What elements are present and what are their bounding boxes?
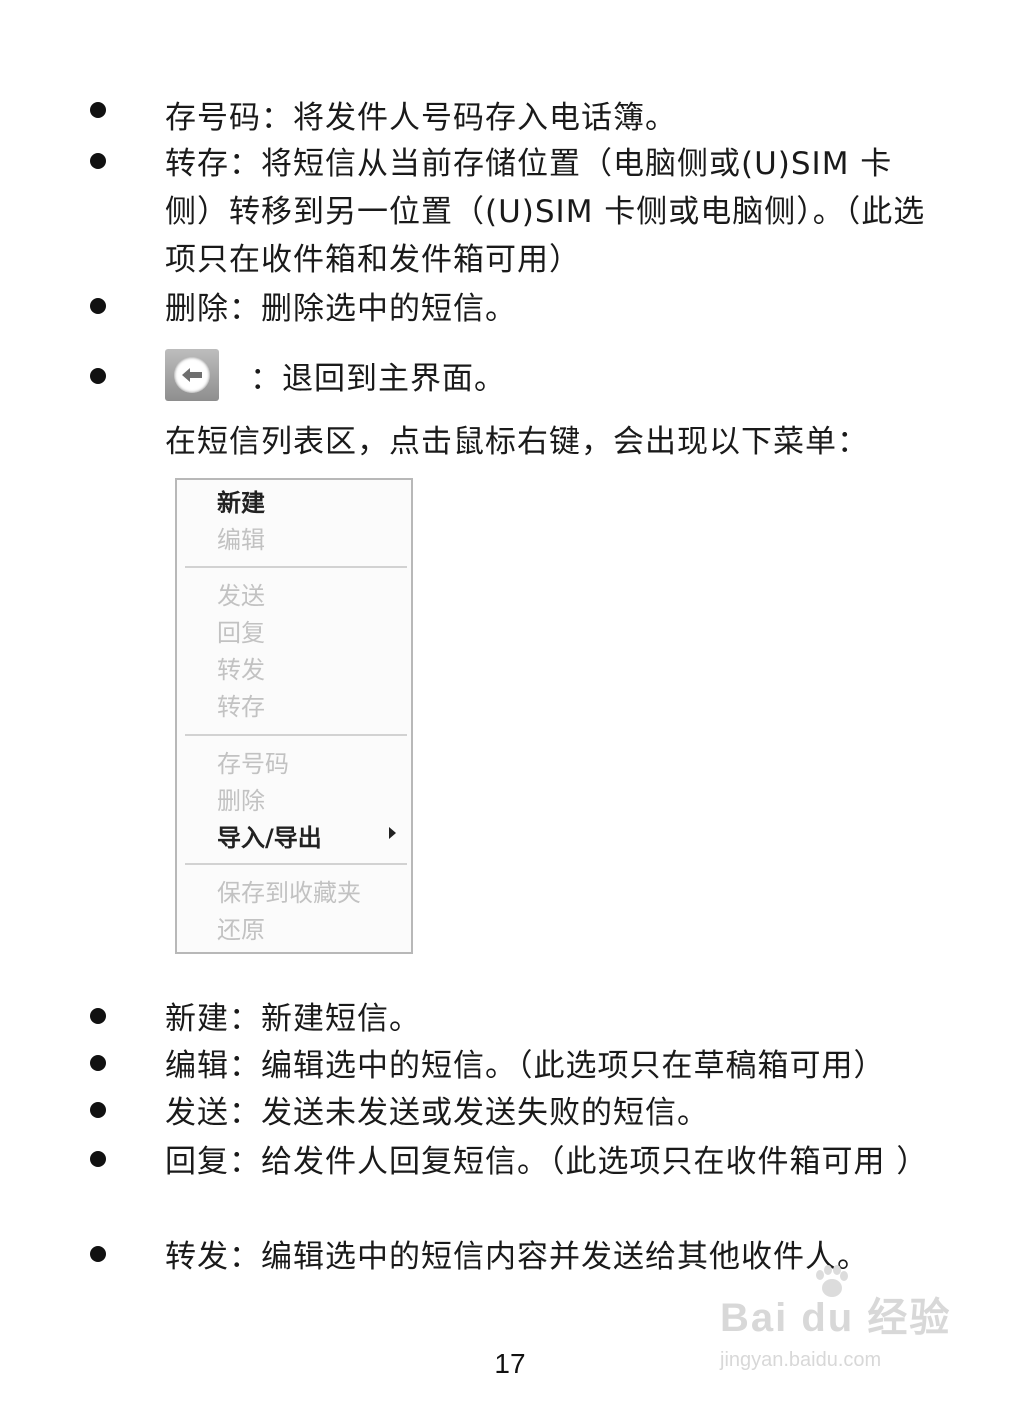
submenu-arrow-icon xyxy=(389,827,396,839)
menu-item-send[interactable]: 发送 xyxy=(217,581,265,611)
bullet xyxy=(90,368,106,384)
item-desc: 删除选中的短信。 xyxy=(261,291,517,327)
item-term: 编辑： xyxy=(165,1048,261,1084)
item-term: 存号码： xyxy=(165,100,293,136)
bullet xyxy=(90,1102,106,1118)
menu-separator xyxy=(185,734,407,736)
item-term: 新建： xyxy=(165,1001,261,1037)
back-button[interactable] xyxy=(165,349,219,401)
item-desc: 给发件人回复短信。（此选项只在收件箱可用 ） xyxy=(261,1144,929,1180)
menu-item-new[interactable]: 新建 xyxy=(217,488,265,518)
menu-item-import-export[interactable]: 导入/导出 xyxy=(217,823,322,853)
page-number: 17 xyxy=(494,1348,526,1379)
item-desc: 编辑选中的短信内容并发送给其他收件人。 xyxy=(261,1239,869,1275)
item-term: ： xyxy=(250,361,282,397)
item-term: 转存： xyxy=(165,146,261,182)
context-menu: 新建 编辑 发送 回复 转发 转存 存号码 删除 导入/导出 保存到收藏夹 还原 xyxy=(175,478,413,954)
item-term: 发送： xyxy=(165,1095,261,1131)
bullet xyxy=(90,1151,106,1167)
menu-item-save-number[interactable]: 存号码 xyxy=(217,749,289,779)
item-desc: 发送未发送或发送失败的短信。 xyxy=(261,1095,709,1131)
back-arrow-icon xyxy=(174,357,210,393)
menu-item-transfer[interactable]: 转存 xyxy=(217,692,265,722)
item-desc: 编辑选中的短信。（此选项只在草稿箱可用） xyxy=(261,1048,886,1084)
menu-item-forward[interactable]: 转发 xyxy=(217,655,265,685)
menu-item-delete[interactable]: 删除 xyxy=(217,786,265,816)
bullet xyxy=(90,153,106,169)
item-term: 转发： xyxy=(165,1239,261,1275)
bullet xyxy=(90,298,106,314)
menu-item-save-to-favorites[interactable]: 保存到收藏夹 xyxy=(217,878,361,908)
watermark-logo-text: Bai du 经验 xyxy=(720,1296,952,1340)
menu-item-edit[interactable]: 编辑 xyxy=(217,525,265,555)
menu-item-reply[interactable]: 回复 xyxy=(217,618,265,648)
item-desc: 退回到主界面。 xyxy=(282,361,506,397)
bullet xyxy=(90,1055,106,1071)
menu-separator xyxy=(185,566,407,568)
item-term: 回复： xyxy=(165,1144,261,1180)
item-desc: 新建短信。 xyxy=(261,1001,421,1037)
bullet xyxy=(90,1246,106,1262)
item-term: 删除： xyxy=(165,291,261,327)
menu-item-restore[interactable]: 还原 xyxy=(217,915,265,945)
bullet xyxy=(90,1008,106,1024)
bullet xyxy=(90,102,106,118)
item-desc: 将短信从当前存储位置（电脑侧或(U)SIM 卡侧）转移到另一位置（(U)SIM … xyxy=(165,146,926,278)
menu-separator xyxy=(185,863,407,865)
item-desc: 将发件人号码存入电话簿。 xyxy=(293,100,677,136)
intro-text: 在短信列表区，点击鼠标右键，会出现以下菜单： xyxy=(165,424,869,460)
